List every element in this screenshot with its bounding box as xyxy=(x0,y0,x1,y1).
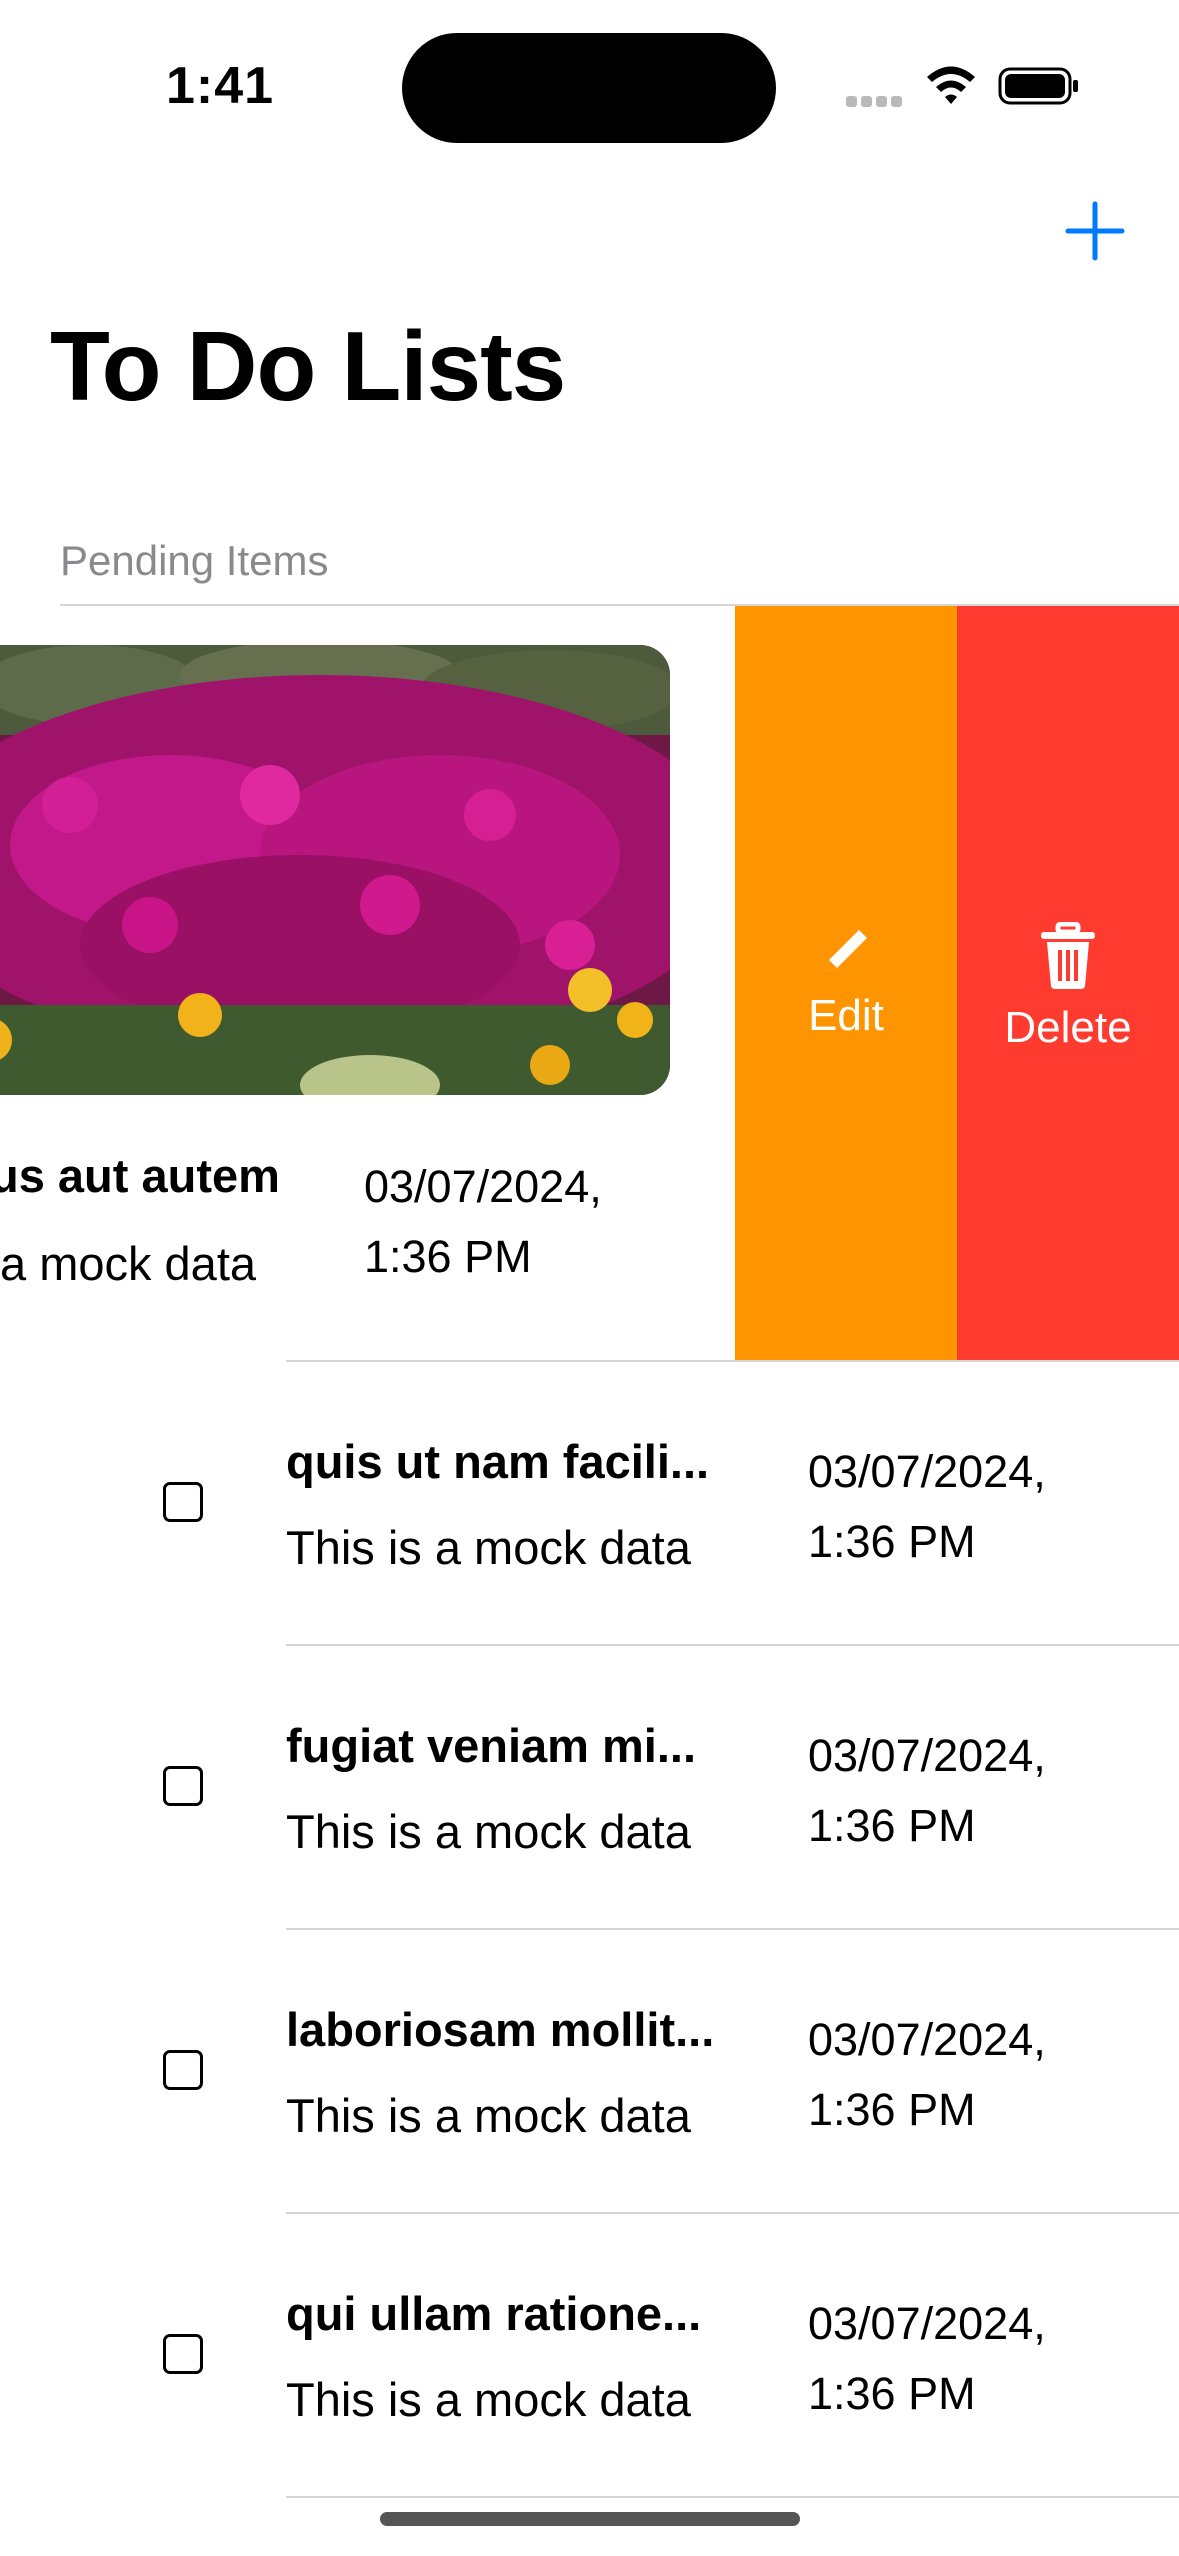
delete-label: Delete xyxy=(1004,1003,1132,1052)
delete-action-button[interactable]: Delete xyxy=(957,606,1179,1362)
item-title: fugiat veniam mi... xyxy=(286,1719,697,1772)
item-subtitle: This is a mock data xyxy=(286,2373,691,2426)
flower-photo-image xyxy=(0,645,670,1095)
page-title: To Do Lists xyxy=(50,311,566,421)
swiped-row-date: 03/07/2024, 1:36 PM xyxy=(364,1161,602,1282)
item-date: 03/07/2024, 1:36 PM xyxy=(808,1730,1046,1851)
item-date: 03/07/2024, 1:36 PM xyxy=(808,2014,1046,2135)
swiped-row-title: us aut autem xyxy=(0,1149,280,1202)
list-item[interactable]: laboriosam mollit... This is a mock data… xyxy=(0,1930,1179,2212)
add-button[interactable] xyxy=(1060,196,1130,266)
home-indicator[interactable] xyxy=(380,2512,800,2526)
item-subtitle: This is a mock data xyxy=(286,2089,691,2142)
status-time: 1:41 xyxy=(166,57,275,115)
wifi-icon xyxy=(927,66,975,104)
list-item[interactable]: quis ut nam facili... This is a mock dat… xyxy=(0,1362,1179,1644)
row-divider xyxy=(286,2496,1179,2498)
list-item[interactable]: fugiat veniam mi... This is a mock data … xyxy=(0,1646,1179,1928)
cellular-signal-icon xyxy=(846,94,906,108)
swiped-row-subtitle: a mock data xyxy=(0,1237,257,1290)
item-title: quis ut nam facili... xyxy=(286,1435,710,1488)
checkbox[interactable] xyxy=(163,2050,203,2090)
item-subtitle: This is a mock data xyxy=(286,1521,691,1574)
edit-action-button[interactable]: Edit xyxy=(735,606,957,1362)
checkbox[interactable] xyxy=(163,1482,203,1522)
trash-icon xyxy=(1041,921,1095,989)
item-date: 03/07/2024, 1:36 PM xyxy=(808,2298,1046,2419)
list-item[interactable]: qui ullam ratione... This is a mock data… xyxy=(0,2214,1179,2496)
section-header: Pending Items xyxy=(60,537,329,584)
pencil-icon xyxy=(825,930,867,972)
todo-photo[interactable] xyxy=(0,645,670,1095)
item-date: 03/07/2024, 1:36 PM xyxy=(808,1446,1046,1567)
edit-label: Edit xyxy=(808,991,884,1040)
plus-icon xyxy=(1065,201,1125,261)
item-title: laboriosam mollit... xyxy=(286,2003,715,2056)
item-subtitle: This is a mock data xyxy=(286,1805,691,1858)
checkbox[interactable] xyxy=(163,1766,203,1806)
dynamic-island xyxy=(402,33,776,143)
checkbox[interactable] xyxy=(163,2334,203,2374)
battery-icon xyxy=(998,67,1078,105)
item-title: qui ullam ratione... xyxy=(286,2287,702,2340)
